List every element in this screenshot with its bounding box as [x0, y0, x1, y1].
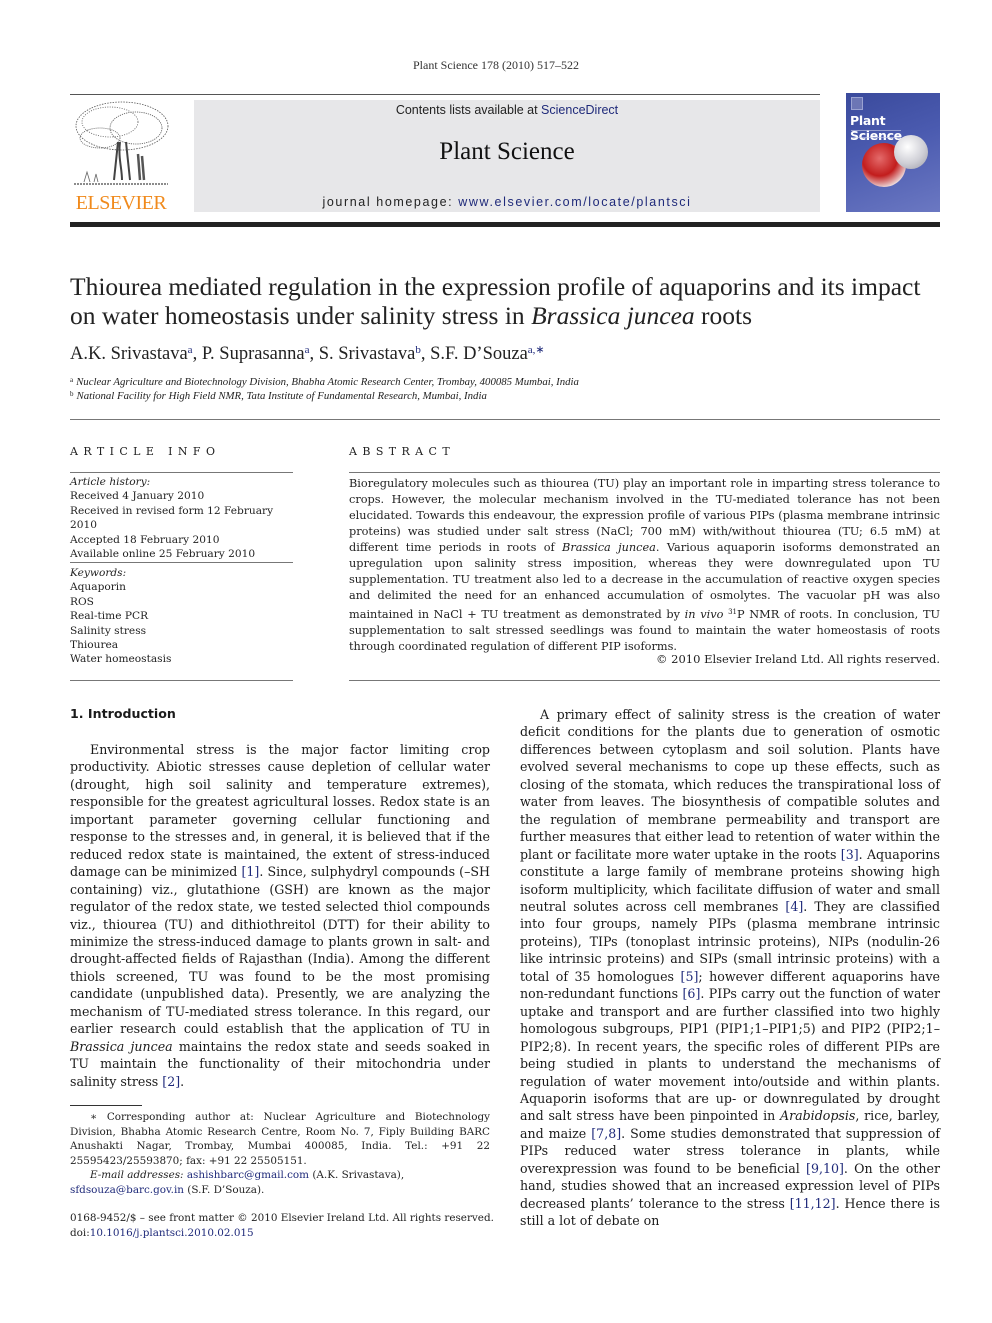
- corresponding-author-footnote: ∗ Corresponding author at: Nuclear Agric…: [70, 1110, 490, 1198]
- contents-prefix: Contents lists available at: [395, 103, 542, 117]
- cover-title: Plant Science: [850, 113, 902, 143]
- keyword: ROS: [70, 595, 94, 608]
- email-label: E-mail addresses:: [90, 1169, 184, 1182]
- author-affil-mark[interactable]: a: [188, 344, 193, 356]
- history-revised: Received in revised form 12 February 201…: [70, 504, 274, 532]
- header-top-rule: [70, 94, 820, 95]
- doi-prefix: doi:: [70, 1227, 90, 1239]
- affiliation-a: a Nuclear Agriculture and Biotechnology D…: [70, 376, 579, 388]
- affiliation-text: National Facility for High Field NMR, Ta…: [76, 390, 487, 402]
- email-line: E-mail addresses: ashishbarc@gmail.com (…: [70, 1168, 490, 1183]
- email-owner: (A.K. Srivastava),: [309, 1169, 405, 1182]
- abstract-rule: [349, 472, 940, 473]
- author-name[interactable]: S. Srivastava: [319, 344, 416, 364]
- author-affil-mark[interactable]: a: [305, 344, 310, 356]
- abstract-copyright: © 2010 Elsevier Ireland Ltd. All rights …: [656, 652, 940, 666]
- keyword: Real-time PCR: [70, 610, 149, 623]
- author-affil-mark[interactable]: a,∗: [528, 344, 545, 356]
- citation-link[interactable]: [2]: [162, 1074, 180, 1089]
- section-heading-introduction: 1. Introduction: [70, 706, 176, 721]
- keywords-rule: [70, 562, 293, 563]
- homepage-prefix: journal homepage:: [322, 195, 459, 209]
- citation-link[interactable]: [6]: [683, 986, 701, 1001]
- footnote-rule: [70, 1105, 142, 1106]
- contents-line: Contents lists available at ScienceDirec…: [194, 103, 820, 117]
- abstract-bottom-rule: [349, 680, 940, 681]
- cover-grey-sphere-icon: [894, 135, 928, 169]
- paragraph: A primary effect of salinity stress is t…: [520, 707, 941, 1229]
- abstract-text: Bioregulatory molecules such as thiourea…: [349, 476, 940, 655]
- title-text: Thiourea mediated regulation in the expr…: [70, 272, 921, 330]
- journal-cover-image[interactable]: Plant Science: [846, 93, 940, 212]
- email-owner: (S.F. D’Souza).: [183, 1183, 265, 1196]
- history-online: Available online 25 February 2010: [70, 548, 256, 561]
- keyword: Aquaporin: [70, 581, 127, 594]
- citation-link[interactable]: [5]: [681, 969, 699, 984]
- citation-link[interactable]: [3]: [841, 847, 859, 862]
- history-accepted: Accepted 18 February 2010: [70, 533, 220, 546]
- abstract-italic: in vivo: [684, 608, 724, 621]
- title-text-end: roots: [694, 301, 753, 330]
- affiliation-key: b: [70, 390, 74, 398]
- citation-link[interactable]: [9,10]: [806, 1161, 844, 1176]
- homepage-link[interactable]: www.elsevier.com/locate/plantsci: [458, 195, 691, 209]
- article-info-heading: ARTICLE INFO: [70, 445, 221, 458]
- header-bottom-rule: [70, 222, 940, 227]
- affiliation-b: b National Facility for High Field NMR, T…: [70, 390, 487, 402]
- history-label: Article history:: [70, 476, 151, 488]
- author-name[interactable]: A.K. Srivastava: [70, 344, 188, 364]
- author-name[interactable]: S.F. D’Souza: [430, 344, 528, 364]
- title-species: Brassica juncea: [531, 301, 695, 330]
- doi-link[interactable]: 10.1016/j.plantsci.2010.02.015: [90, 1227, 254, 1239]
- keywords-bottom-rule: [70, 680, 293, 681]
- paragraph: Environmental stress is the major factor…: [70, 742, 490, 1089]
- elsevier-tree-icon: [70, 98, 172, 192]
- journal-banner: Contents lists available at ScienceDirec…: [194, 100, 820, 212]
- article-history: Article history: Received 4 January 2010…: [70, 475, 300, 561]
- abstract-species: Brassica juncea: [562, 541, 656, 554]
- cover-subtitle-lines: [851, 130, 901, 138]
- author-list: A.K. Srivastavaa, P. Suprasannaa, S. Sri…: [70, 344, 545, 364]
- keyword: Salinity stress: [70, 624, 147, 637]
- abstract-heading: ABSTRACT: [349, 445, 456, 458]
- citation-link[interactable]: [11,12]: [790, 1196, 836, 1211]
- author-affil-mark[interactable]: b: [415, 344, 421, 356]
- cover-elsevier-icon: [851, 97, 863, 110]
- journal-title: Plant Science: [439, 138, 575, 165]
- history-received: Received 4 January 2010: [70, 490, 205, 503]
- running-head: Plant Science 178 (2010) 517–522: [413, 58, 579, 72]
- keywords-label: Keywords:: [70, 567, 127, 579]
- sciencedirect-link[interactable]: ScienceDirect: [541, 103, 618, 117]
- article-info-rule: [70, 472, 293, 473]
- keywords: Keywords: Aquaporin ROS Real-time PCR Sa…: [70, 566, 300, 667]
- elsevier-logo[interactable]: ELSEVIER: [70, 98, 172, 214]
- citation-link[interactable]: [7,8]: [591, 1126, 621, 1141]
- article-title: Thiourea mediated regulation in the expr…: [70, 272, 950, 330]
- body-column-left: Environmental stress is the major factor…: [70, 741, 490, 1090]
- issn-line: 0168-9452/$ – see front matter © 2010 El…: [70, 1212, 494, 1224]
- email-line-2: sfdsouza@barc.gov.in (S.F. D’Souza).: [70, 1183, 490, 1198]
- elsevier-wordmark: ELSEVIER: [75, 192, 167, 214]
- email-link[interactable]: sfdsouza@barc.gov.in: [70, 1184, 184, 1196]
- title-divider: [70, 419, 940, 420]
- keyword: Thiourea: [70, 639, 119, 652]
- corresponding-author-text: ∗ Corresponding author at: Nuclear Agric…: [70, 1111, 490, 1167]
- citation-link[interactable]: [1]: [241, 864, 259, 879]
- body-column-right: A primary effect of salinity stress is t…: [520, 706, 940, 1230]
- citation-link[interactable]: [4]: [785, 899, 803, 914]
- isotope-superscript: 31: [728, 608, 737, 616]
- doi-line: doi:10.1016/j.plantsci.2010.02.015: [70, 1226, 494, 1241]
- affiliation-key: a: [70, 376, 74, 384]
- author-name[interactable]: P. Suprasanna: [202, 344, 305, 364]
- affiliation-text: Nuclear Agriculture and Biotechnology Di…: [76, 376, 579, 388]
- journal-homepage-line: journal homepage: www.elsevier.com/locat…: [194, 195, 820, 209]
- email-link[interactable]: ashishbarc@gmail.com: [187, 1169, 309, 1181]
- front-matter: 0168-9452/$ – see front matter © 2010 El…: [70, 1211, 494, 1241]
- keyword: Water homeostasis: [70, 653, 172, 666]
